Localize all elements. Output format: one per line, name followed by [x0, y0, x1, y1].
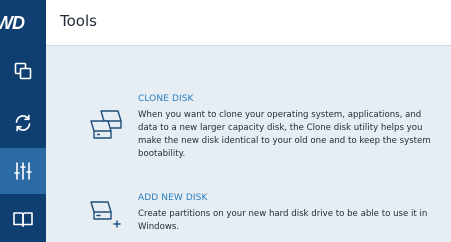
sidebar-item-copy[interactable] — [0, 48, 46, 94]
page-title: Tools — [60, 12, 97, 30]
add-new-disk-description: Create partitions on your new hard disk … — [138, 209, 428, 232]
add-new-disk-title: ADD NEW DISK — [138, 193, 208, 203]
book-icon — [13, 212, 33, 227]
copy-icon — [14, 62, 32, 80]
header: Tools — [46, 0, 451, 46]
sidebar-item-tools[interactable] — [0, 148, 46, 194]
sync-icon — [15, 114, 31, 132]
clone-disk-description: When you want to clone your operating sy… — [138, 110, 431, 159]
add-new-disk-tool[interactable]: ADD NEW DISK Create partitions on your n… — [46, 193, 451, 241]
sidebar-item-guide[interactable] — [0, 196, 46, 242]
clone-disk-icon — [90, 110, 122, 139]
sidebar-item-sync[interactable] — [0, 100, 46, 146]
sliders-icon — [14, 162, 32, 180]
clone-disk-tool[interactable]: CLONE DISK When you want to clone your o… — [46, 94, 451, 174]
sidebar: WD — [0, 0, 46, 242]
app-window: WD — [0, 0, 451, 242]
tools-list: CLONE DISK When you want to clone your o… — [46, 46, 451, 242]
wd-logo: WD — [0, 13, 25, 33]
add-disk-icon — [90, 201, 121, 228]
clone-disk-title: CLONE DISK — [138, 94, 194, 104]
